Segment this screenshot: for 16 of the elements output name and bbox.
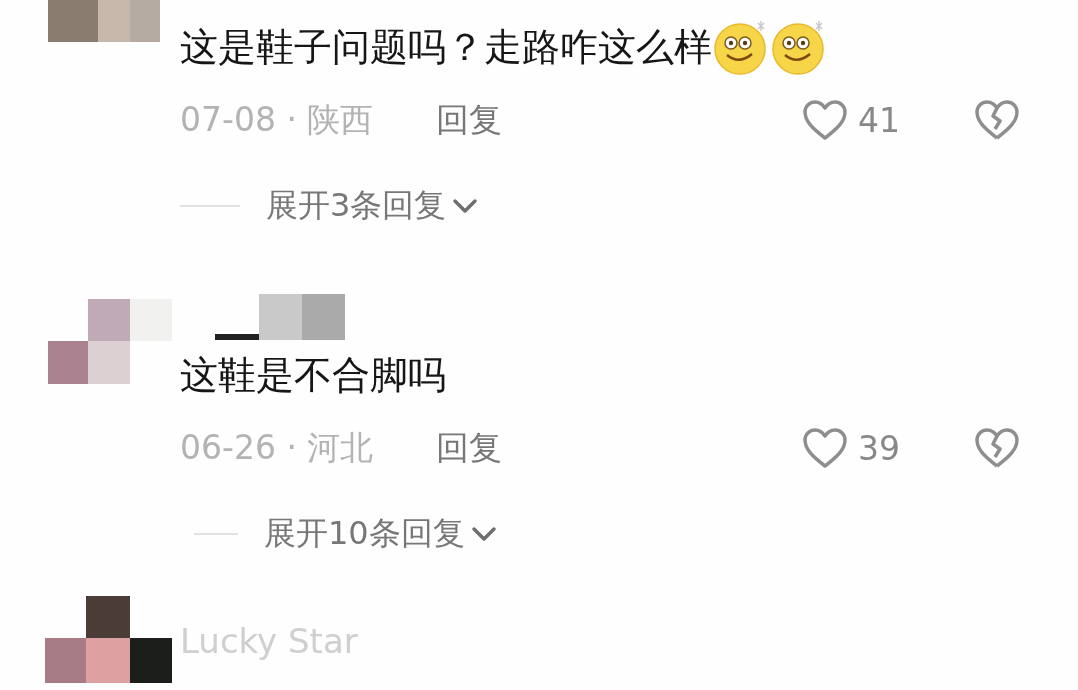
date-location: 07-08 · 陕西	[180, 98, 375, 141]
like-count: 41	[858, 100, 901, 140]
date-location: 06-26 · 河北	[180, 426, 375, 469]
comment-text: 这是鞋子问题吗？走路咋这么样	[180, 23, 712, 71]
broken-heart-icon[interactable]	[974, 99, 1020, 141]
heart-icon[interactable]	[802, 427, 848, 469]
expand-replies-link[interactable]: 展开3条回复	[266, 184, 447, 228]
reply-link[interactable]: 回复	[436, 97, 502, 143]
comment-text: 这鞋是不合脚吗	[180, 351, 446, 399]
expand-replies-link[interactable]: 展开10条回复	[264, 512, 465, 556]
reply-link[interactable]: 回复	[436, 425, 502, 471]
heart-icon[interactable]	[802, 99, 848, 141]
chevron-down-icon[interactable]	[470, 526, 497, 542]
broken-heart-icon[interactable]	[974, 427, 1020, 469]
chevron-down-icon[interactable]	[452, 198, 479, 214]
like-count: 39	[858, 428, 901, 468]
